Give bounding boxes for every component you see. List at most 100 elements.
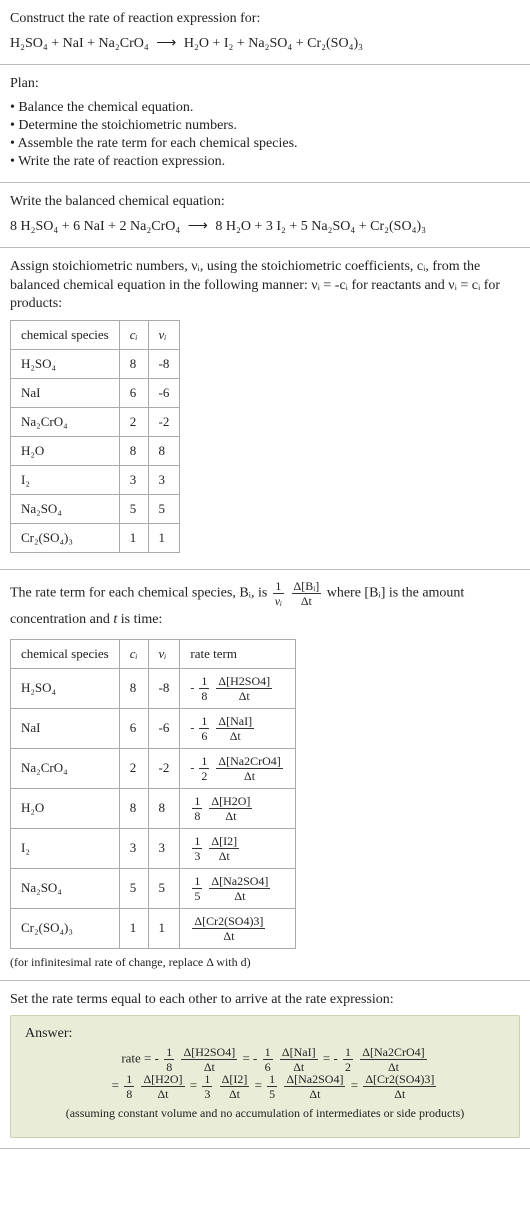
- delta-frac: Δ[H2SO4]Δt: [216, 675, 272, 702]
- c: 8: [119, 668, 148, 708]
- sp: Cr₂(SO₄)₃: [11, 908, 120, 948]
- v: -8: [148, 668, 180, 708]
- stoich-h3: νᵢ: [148, 321, 180, 350]
- rate-term: Δ[Cr2(SO4)3]Δt: [180, 908, 295, 948]
- rateterm-row: H₂O 8 8 18 Δ[H2O]Δt: [11, 788, 296, 828]
- rt-post2: concentration and: [10, 612, 113, 627]
- stoich-row: Na₂CrO₄2-2: [11, 408, 180, 437]
- c: 2: [119, 748, 148, 788]
- rate-term: - 12 Δ[Na2CrO4]Δt: [180, 748, 295, 788]
- delta-frac: Δ[Na2SO4]Δt: [284, 1073, 345, 1100]
- sp: H₂SO₄: [11, 350, 120, 379]
- stoich-row: NaI6-6: [11, 379, 180, 408]
- v: 1: [148, 908, 180, 948]
- section-stoich: Assign stoichiometric numbers, νᵢ, using…: [0, 248, 530, 571]
- rateterm-row: Na₂SO₄ 5 5 15 Δ[Na2SO4]Δt: [11, 868, 296, 908]
- infinitesimal-note: (for infinitesimal rate of change, repla…: [10, 955, 520, 970]
- c: 2: [119, 408, 148, 437]
- rateterm-header-row: chemical species cᵢ νᵢ rate term: [11, 639, 296, 668]
- neg: -: [190, 760, 194, 774]
- rateterm-table: chemical species cᵢ νᵢ rate term H₂SO₄ 8…: [10, 639, 296, 949]
- balanced-lhs: 8 H₂SO₄ + 6 NaI + 2 Na₂CrO₄: [10, 219, 180, 234]
- plan-item-2: Determine the stoichiometric numbers.: [10, 118, 520, 134]
- sp: NaI: [11, 708, 120, 748]
- coef-frac: 13: [202, 1073, 212, 1100]
- sp: Na₂CrO₄: [11, 748, 120, 788]
- c: 8: [119, 350, 148, 379]
- stoich-h1: chemical species: [11, 321, 120, 350]
- rt-h1: chemical species: [11, 639, 120, 668]
- section-construct: Construct the rate of reaction expressio…: [0, 0, 530, 65]
- c: 1: [119, 908, 148, 948]
- stoich-table: chemical species cᵢ νᵢ H₂SO₄8-8 NaI6-6 N…: [10, 320, 180, 553]
- c: 1: [119, 524, 148, 553]
- answer-intro: Set the rate terms equal to each other t…: [10, 991, 520, 1010]
- delta-frac: Δ[H2O]Δt: [209, 795, 252, 822]
- plan-item-4: Write the rate of reaction expression.: [10, 154, 520, 170]
- rateterm-row: H₂SO₄ 8 -8 - 18 Δ[H2SO4]Δt: [11, 668, 296, 708]
- neg: -: [333, 1051, 337, 1066]
- v: -2: [148, 408, 180, 437]
- rateterm-row: I₂ 3 3 13 Δ[I2]Δt: [11, 828, 296, 868]
- plan-item-3: Assemble the rate term for each chemical…: [10, 136, 520, 152]
- section-balanced: Write the balanced chemical equation: 8 …: [0, 183, 530, 248]
- eq-lhs: H₂SO₄ + NaI + Na₂CrO₄: [10, 36, 149, 51]
- v: 5: [148, 868, 180, 908]
- c: 3: [119, 466, 148, 495]
- stoich-h2: cᵢ: [119, 321, 148, 350]
- neg: -: [190, 720, 194, 734]
- c: 8: [119, 437, 148, 466]
- answer-box: Answer: rate = - 18 Δ[H2SO4]Δt = - 16 Δ[…: [10, 1015, 520, 1138]
- delta-frac: Δ[Na2CrO4]Δt: [360, 1046, 426, 1073]
- rt-h3: νᵢ: [148, 639, 180, 668]
- stoich-row: Na₂SO₄55: [11, 495, 180, 524]
- one-over-nu: 1 νᵢ: [273, 580, 284, 607]
- stoich-row: H₂O88: [11, 437, 180, 466]
- v: -8: [148, 350, 180, 379]
- v: 3: [148, 828, 180, 868]
- neg: -: [190, 680, 194, 694]
- sp: H₂SO₄: [11, 668, 120, 708]
- arrow-icon: ⟶: [188, 218, 208, 235]
- rateterm-row: Cr₂(SO₄)₃ 1 1 Δ[Cr2(SO4)3]Δt: [11, 908, 296, 948]
- coef-frac: 18: [124, 1073, 134, 1100]
- c: 5: [119, 495, 148, 524]
- rateterm-row: Na₂CrO₄ 2 -2 - 12 Δ[Na2CrO4]Δt: [11, 748, 296, 788]
- eq: =: [112, 1078, 123, 1093]
- stoich-row: I₂33: [11, 466, 180, 495]
- v: 8: [148, 437, 180, 466]
- rt-post1: where [Bᵢ] is the amount: [327, 586, 465, 601]
- neg: -: [253, 1051, 257, 1066]
- delta-frac: Δ[I2]Δt: [209, 835, 239, 862]
- rt-pre: The rate term for each chemical species,…: [10, 586, 271, 601]
- c: 6: [119, 379, 148, 408]
- rate-expression: rate = - 18 Δ[H2SO4]Δt = - 16 Δ[NaI]Δt =…: [25, 1046, 505, 1100]
- eq: =: [190, 1078, 201, 1093]
- coef-frac: 12: [343, 1046, 353, 1073]
- delta-frac: Δ[I2]Δt: [220, 1073, 250, 1100]
- rate-term: 13 Δ[I2]Δt: [180, 828, 295, 868]
- v: 1: [148, 524, 180, 553]
- c: 5: [119, 868, 148, 908]
- sp: H₂O: [11, 788, 120, 828]
- sp: I₂: [11, 828, 120, 868]
- sp: Na₂CrO₄: [11, 408, 120, 437]
- plan-item-1: Balance the chemical equation.: [10, 100, 520, 116]
- stoich-row: Cr₂(SO₄)₃11: [11, 524, 180, 553]
- delta-frac: Δ[NaI]Δt: [280, 1046, 318, 1073]
- v: 8: [148, 788, 180, 828]
- c: 6: [119, 708, 148, 748]
- unbalanced-equation: H₂SO₄ + NaI + Na₂CrO₄ ⟶ H₂O + I₂ + Na₂SO…: [10, 35, 520, 52]
- rt-post3: is time:: [117, 612, 162, 627]
- coef-frac: 13: [192, 835, 202, 862]
- coef-frac: 18: [199, 675, 209, 702]
- coef-frac: 16: [199, 715, 209, 742]
- v: -6: [148, 708, 180, 748]
- eq-rhs: H₂O + I₂ + Na₂SO₄ + Cr₂(SO₄)₃: [184, 36, 363, 51]
- eq: =: [323, 1051, 334, 1066]
- section-plan: Plan: Balance the chemical equation. Det…: [0, 65, 530, 183]
- dBi-over-dt: Δ[Bᵢ] Δt: [292, 580, 322, 607]
- rateterm-intro: The rate term for each chemical species,…: [10, 580, 520, 632]
- section-rateterm: The rate term for each chemical species,…: [0, 570, 530, 980]
- coef-frac: 15: [192, 875, 202, 902]
